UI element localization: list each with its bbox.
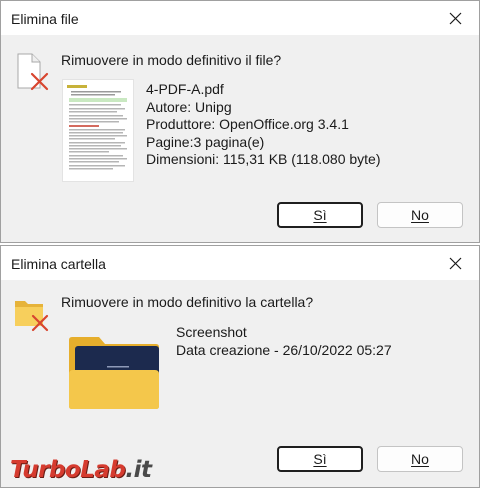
folder-created: Data creazione - 26/10/2022 05:27	[176, 341, 392, 358]
folder-info: Screenshot Data creazione - 26/10/2022 0…	[176, 324, 392, 359]
title-bar: Elimina cartella	[1, 246, 479, 280]
close-button[interactable]	[437, 249, 473, 277]
watermark-suffix: .it	[125, 457, 152, 483]
delete-file-dialog: Elimina file Rimuovere in modo definitiv…	[0, 0, 480, 243]
yes-button[interactable]: Sì	[277, 446, 363, 472]
file-info: 4-PDF-A.pdf Autore: Unipg Produttore: Op…	[146, 81, 381, 169]
file-pages: Pagine:3 pagina(e)	[146, 133, 265, 150]
pdf-thumbnail	[62, 79, 134, 182]
delete-file-prompt: Rimuovere in modo definitivo il file?	[61, 52, 282, 68]
yes-button-label: Sì	[313, 207, 327, 223]
delete-file-icon	[17, 53, 49, 91]
title-bar: Elimina file	[1, 1, 479, 35]
file-size: Dimensioni: 115,31 KB (118.080 byte)	[146, 151, 381, 167]
file-author: Autore: Unipg	[146, 98, 232, 115]
close-icon	[449, 257, 461, 269]
no-button-label: No	[411, 451, 429, 467]
yes-button-label: Sì	[313, 451, 327, 467]
dialog-title: Elimina file	[11, 11, 79, 27]
watermark-brand: TurboLab	[10, 457, 126, 483]
yes-button[interactable]: Sì	[277, 202, 363, 228]
no-button-label: No	[411, 207, 429, 223]
file-producer: Produttore: OpenOffice.org 3.4.1	[146, 116, 349, 132]
delete-folder-dialog: Elimina cartella Rimuovere in modo defin…	[0, 245, 480, 488]
file-name: 4-PDF-A.pdf	[146, 81, 224, 97]
dialog-title: Elimina cartella	[11, 256, 106, 272]
watermark-logo: TurboLab.it	[10, 457, 152, 483]
folder-icon	[69, 337, 159, 409]
no-button[interactable]: No	[377, 202, 463, 228]
close-icon	[449, 12, 461, 24]
delete-folder-prompt: Rimuovere in modo definitivo la cartella…	[61, 294, 314, 310]
delete-folder-icon	[15, 301, 49, 332]
no-button[interactable]: No	[377, 446, 463, 472]
close-button[interactable]	[437, 4, 473, 32]
folder-name: Screenshot	[176, 324, 247, 340]
